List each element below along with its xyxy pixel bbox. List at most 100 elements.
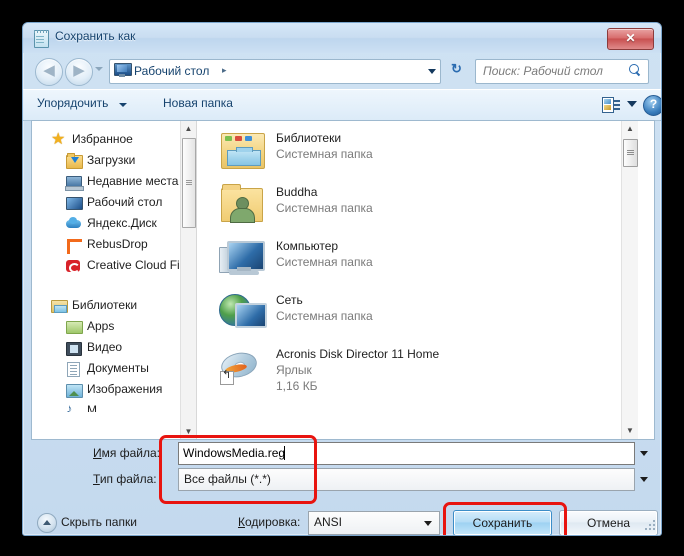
sidebar-item-label: Яндекс.Диск <box>87 216 157 230</box>
recent-places-icon <box>65 174 84 191</box>
file-name: Компьютер <box>276 239 339 253</box>
sidebar-item-label: Недавние места <box>87 174 179 188</box>
file-list-scrollbar-thumb[interactable] <box>623 139 638 167</box>
star-icon: ★ <box>51 131 66 148</box>
forward-arrow-icon: ▶ <box>73 62 85 79</box>
sidebar-item-downloads[interactable]: Загрузки <box>32 150 196 171</box>
sidebar-item-label: Изображения <box>87 382 163 396</box>
sidebar-item-label: Загрузки <box>87 153 136 167</box>
change-view-button[interactable] <box>601 95 621 115</box>
save-button[interactable]: Сохранить <box>453 510 552 535</box>
sidebar-item-label: Creative Cloud Fi <box>87 258 180 272</box>
sidebar-group-libraries[interactable]: Библиотеки <box>32 295 196 316</box>
file-list-scrollbar[interactable]: ▲ ▼ <box>621 121 638 439</box>
sidebar-group-favorites[interactable]: ★ Избранное <box>32 129 196 150</box>
encoding-label: Кодировка: <box>238 515 300 529</box>
search-placeholder: Поиск: Рабочий стол <box>483 64 603 78</box>
chevron-down-icon[interactable] <box>428 69 436 74</box>
sidebar-item-label: RebusDrop <box>87 237 148 251</box>
scroll-up-icon[interactable]: ▲ <box>622 121 638 137</box>
list-item[interactable]: Сеть Системная папка <box>201 293 638 339</box>
filename-label-accel: И <box>93 446 102 460</box>
list-item[interactable]: Библиотеки Системная папка <box>201 131 638 177</box>
new-folder-button[interactable]: Новая папка <box>163 96 233 110</box>
chevron-down-icon[interactable] <box>119 103 127 107</box>
text-caret <box>284 446 285 460</box>
sidebar-item-label: М <box>87 403 97 412</box>
filename-dropdown-button[interactable] <box>635 442 653 463</box>
filename-input[interactable]: WindowsMedia.reg <box>178 442 635 465</box>
sidebar-scrollbar[interactable]: ▲ ▼ <box>180 121 196 439</box>
title-bar: Сохранить как ✕ <box>23 23 661 53</box>
sidebar-group-label: Избранное <box>72 132 133 146</box>
encoding-value: ANSI <box>314 515 343 529</box>
file-type: Системная папка <box>276 147 373 161</box>
file-size: 1,16 КБ <box>276 379 318 393</box>
filetype-label-rest: ип файла: <box>99 472 157 486</box>
computer-icon <box>219 239 265 277</box>
notepad-document-icon <box>33 30 49 48</box>
forward-button[interactable]: ▶ <box>65 58 93 86</box>
file-type: Ярлык <box>276 363 312 377</box>
list-item[interactable]: Компьютер Системная папка <box>201 239 638 285</box>
refresh-button[interactable]: ↻ <box>445 59 468 82</box>
chevron-down-icon <box>424 521 432 526</box>
navigation-bar: ◀ ▶ Рабочий стол ▸ ↻ Поиск: Рабочий стол <box>23 53 661 89</box>
cancel-button[interactable]: Отмена <box>559 510 658 535</box>
close-button[interactable]: ✕ <box>607 28 654 50</box>
scroll-down-icon[interactable]: ▼ <box>181 424 196 439</box>
desktop-icon <box>66 195 83 211</box>
filename-value: WindowsMedia.reg <box>183 446 286 460</box>
filename-label: Имя файла: <box>93 446 160 460</box>
search-icon <box>628 63 642 78</box>
file-list: Библиотеки Системная папка Buddha Систем… <box>201 121 638 439</box>
file-name: Библиотеки <box>276 131 342 145</box>
scroll-down-icon[interactable]: ▼ <box>622 423 638 439</box>
file-type: Системная папка <box>276 201 373 215</box>
sidebar-item-desktop[interactable]: Рабочий стол <box>32 192 196 213</box>
list-item[interactable]: Acronis Disk Director 11 Home Ярлык 1,16… <box>201 347 638 403</box>
music-library-icon: ♪ <box>66 401 73 412</box>
hide-folders-label: Скрыть папки <box>61 515 137 529</box>
sidebar-item-creative-cloud[interactable]: Creative Cloud Fi <box>32 255 196 276</box>
organize-button[interactable]: Упорядочить <box>37 96 108 110</box>
sidebar-item-pictures[interactable]: Изображения <box>32 379 196 400</box>
filetype-dropdown-button[interactable] <box>635 468 653 489</box>
sidebar-item-apps[interactable]: Apps <box>32 316 196 337</box>
breadcrumb-separator-icon[interactable]: ▸ <box>222 65 227 76</box>
collapse-icon <box>37 513 57 533</box>
close-icon: ✕ <box>625 31 636 45</box>
sidebar-item-music[interactable]: ♪ М <box>32 400 196 412</box>
window-title: Сохранить как <box>55 29 136 43</box>
desktop-icon <box>114 63 132 78</box>
sidebar-item-yandex-disk[interactable]: Яндекс.Диск <box>32 213 196 234</box>
sidebar-item-label: Рабочий стол <box>87 195 163 209</box>
back-arrow-icon: ◀ <box>43 62 55 79</box>
recent-locations-dropdown-icon[interactable] <box>95 67 103 71</box>
filename-label-rest: мя файла: <box>101 446 160 460</box>
encoding-select[interactable]: ANSI <box>308 511 440 535</box>
command-toolbar: Упорядочить Новая папка ? <box>23 89 661 121</box>
sidebar-item-label: Apps <box>87 319 115 333</box>
address-bar[interactable]: Рабочий стол ▸ <box>109 59 441 84</box>
libraries-icon <box>51 298 68 314</box>
chevron-down-icon[interactable] <box>627 101 637 107</box>
user-folder-icon <box>221 184 263 223</box>
sidebar-item-rebusdrop[interactable]: RebusDrop <box>32 234 196 255</box>
filetype-select[interactable]: Все файлы (*.*) <box>178 468 635 491</box>
sidebar-group-label: Библиотеки <box>72 298 138 312</box>
breadcrumb-desktop[interactable]: Рабочий стол <box>134 64 209 78</box>
sidebar-scrollbar-thumb[interactable] <box>182 138 196 228</box>
back-button[interactable]: ◀ <box>35 58 63 86</box>
list-item[interactable]: Buddha Системная папка <box>201 184 638 231</box>
yandex-disk-cloud-icon <box>66 216 82 232</box>
navigation-pane: ★ Избранное Загрузки Недавние места Рабо… <box>32 121 196 439</box>
chevron-down-icon <box>640 451 648 456</box>
search-input[interactable]: Поиск: Рабочий стол <box>475 59 649 84</box>
scroll-up-icon[interactable]: ▲ <box>181 121 196 136</box>
resize-grip[interactable] <box>645 520 657 532</box>
sidebar-item-documents[interactable]: Документы <box>32 358 196 379</box>
sidebar-item-recent-places[interactable]: Недавние места <box>32 171 196 192</box>
sidebar-item-video[interactable]: Видео <box>32 337 196 358</box>
help-button[interactable]: ? <box>643 95 661 116</box>
